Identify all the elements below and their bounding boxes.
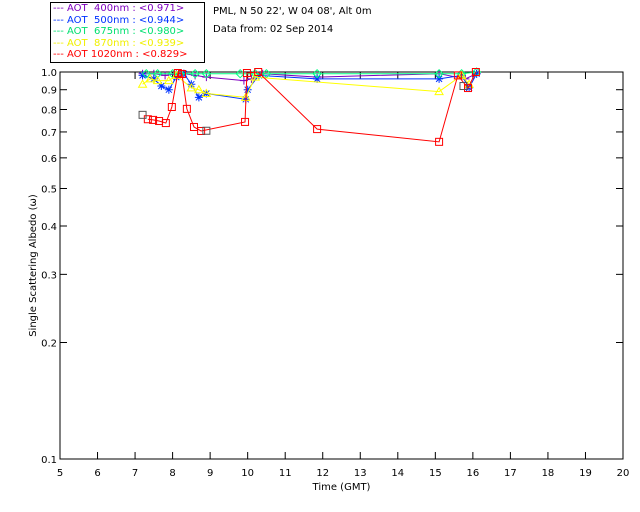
y-tick-label: 0.8 [41, 106, 57, 117]
y-tick-label: 0.5 [41, 184, 57, 195]
data-point [138, 110, 147, 119]
x-axis-label: Time (GMT) [312, 482, 371, 493]
legend-item-500: --- AOT 500nm : <0.944> [53, 14, 185, 26]
legend-label: AOT 500nm : <0.944> [67, 14, 185, 26]
x-tick-label: 17 [504, 468, 517, 479]
date-text: Data from: 02 Sep 2014 [213, 24, 334, 35]
x-tick-label: 9 [207, 468, 213, 479]
x-tick-label: 19 [579, 468, 592, 479]
legend-label: AOT 870nm : <0.939> [67, 37, 185, 49]
series-line [147, 71, 477, 143]
y-tick-label: 0.3 [41, 270, 57, 281]
y-axis-label: Single Scattering Albedo (ω) [28, 194, 39, 337]
x-tick-label: 12 [316, 468, 329, 479]
x-tick-label: 13 [354, 468, 367, 479]
plot-frame [59, 71, 624, 460]
x-tick-label: 15 [429, 468, 442, 479]
legend-item-1020: --- AOT 1020nm : <0.829> [53, 49, 188, 60]
y-tick-label: 0.4 [41, 222, 57, 233]
legend: --- AOT 400nm : <0.971> --- AOT 500nm : … [50, 2, 205, 63]
x-tick-label: 14 [391, 468, 404, 479]
legend-label: AOT 400nm : <0.971> [67, 3, 185, 14]
data-point [435, 74, 444, 83]
y-tick-label: 0.6 [41, 154, 57, 165]
legend-item-675: --- AOT 675nm : <0.980> [53, 26, 185, 37]
data-point [138, 71, 147, 80]
y-tick-label: 1.0 [41, 68, 57, 79]
legend-item-870: --- AOT 870nm : <0.939> [53, 37, 185, 49]
x-tick-label: 7 [132, 468, 138, 479]
x-tick-label: 16 [466, 468, 479, 479]
legend-label: AOT 1020nm : <0.829> [67, 49, 188, 60]
y-tick-label: 0.2 [41, 339, 57, 350]
location-text: PML, N 50 22', W 04 08', Alt 0m [213, 6, 372, 17]
x-tick-label: 20 [617, 468, 630, 479]
y-tick-label: 0.9 [41, 86, 57, 97]
chart: 5 6 7 8 9 10 11 12 13 14 15 16 17 18 19 20 1.0 0.9 0.8 0.7 0… [28, 67, 630, 493]
data-point [194, 93, 203, 102]
x-tick-label: 11 [279, 468, 292, 479]
y-tick-label: 0.1 [41, 455, 57, 466]
y-tick-label: 0.7 [41, 128, 57, 139]
x-tick-label: 18 [542, 468, 555, 479]
x-tick-label: 10 [241, 468, 254, 479]
x-tick-label: 5 [57, 468, 63, 479]
x-tick-label: 6 [94, 468, 100, 479]
x-tick-label: 8 [169, 468, 175, 479]
data-point [164, 85, 173, 94]
legend-item-400: --- AOT 400nm : <0.971> [53, 3, 185, 14]
legend-label: AOT 675nm : <0.980> [67, 26, 185, 37]
